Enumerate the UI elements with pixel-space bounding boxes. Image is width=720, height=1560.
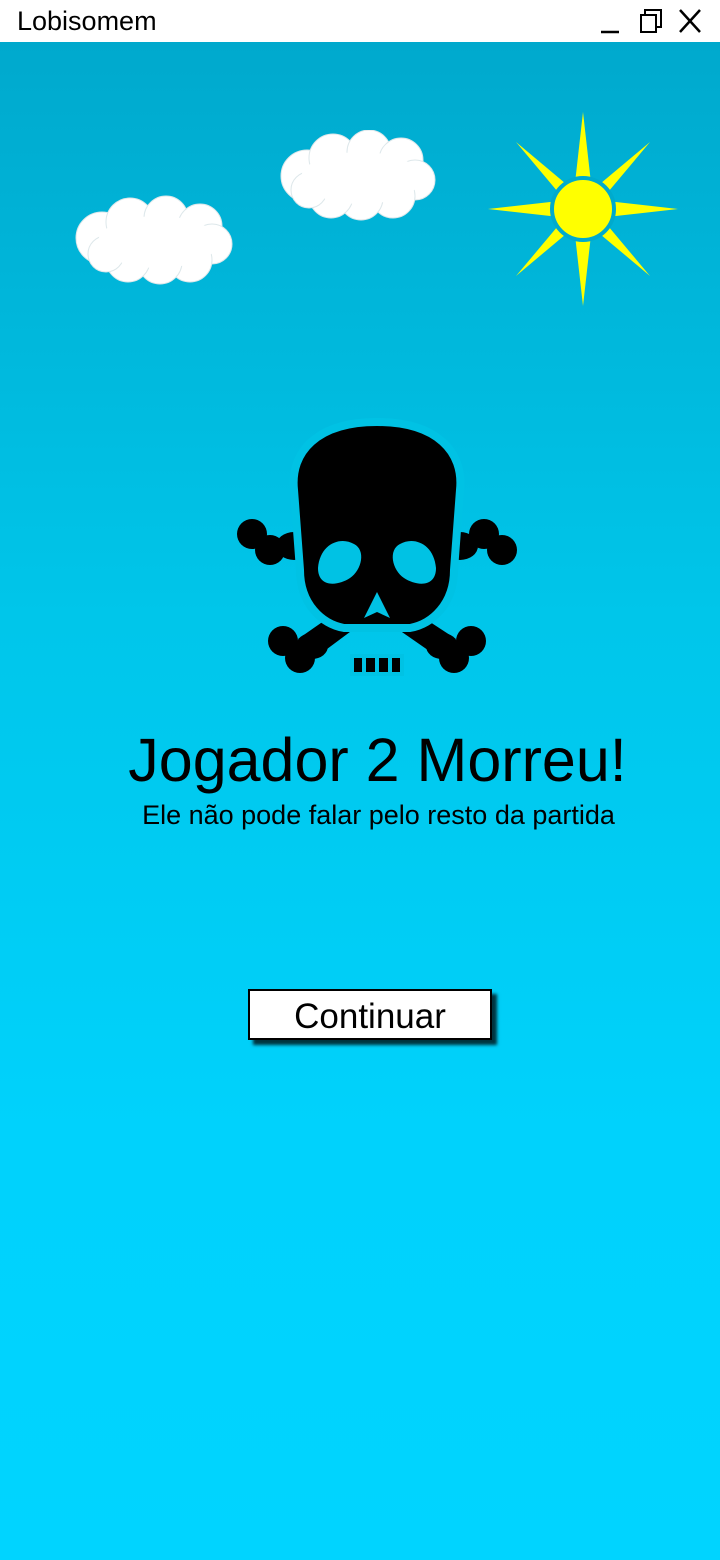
app-title: Lobisomem bbox=[17, 6, 157, 36]
death-headline: Jogador 2 Morreu! bbox=[128, 726, 627, 794]
close-button[interactable] bbox=[675, 6, 705, 36]
restore-button[interactable] bbox=[637, 6, 667, 36]
minimize-button[interactable] bbox=[596, 6, 626, 36]
death-subtitle: Ele não pode falar pelo resto da partida bbox=[142, 800, 615, 830]
continue-button[interactable]: Continuar bbox=[248, 989, 492, 1040]
skull-crossbones-icon bbox=[237, 418, 517, 676]
title-bar: Lobisomem bbox=[0, 0, 720, 42]
cloud-icon bbox=[280, 130, 436, 221]
cloud-icon bbox=[75, 195, 233, 285]
sun-icon bbox=[488, 112, 678, 306]
restore-icon bbox=[640, 9, 662, 33]
game-scene: Jogador 2 Morreu! Ele não pode falar pel… bbox=[0, 42, 720, 1560]
close-icon bbox=[679, 9, 701, 33]
minimize-icon bbox=[601, 30, 619, 34]
